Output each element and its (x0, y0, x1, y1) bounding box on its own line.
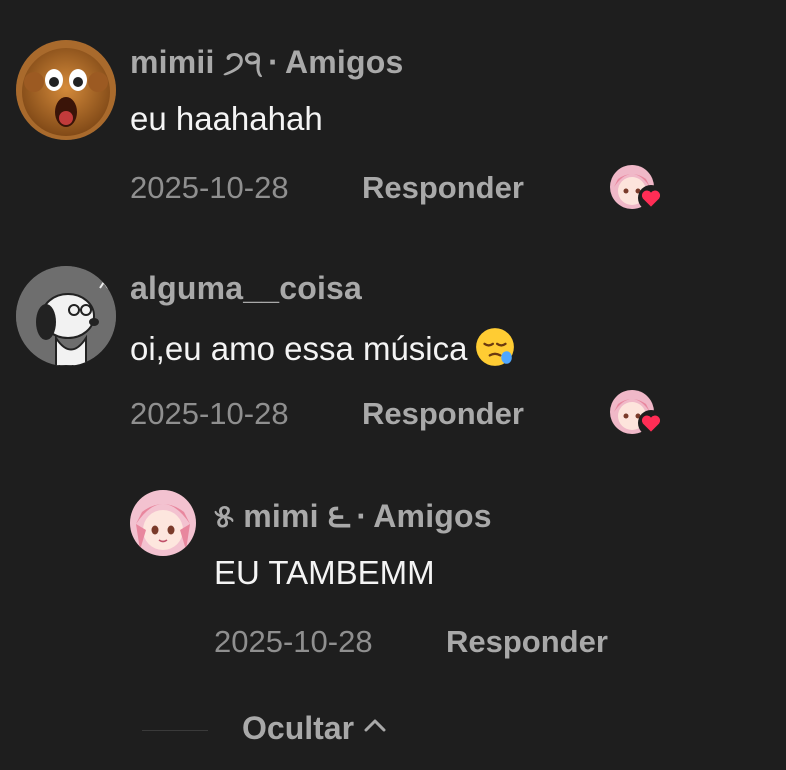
comment-header: alguma__coisa (130, 270, 362, 307)
chevron-up-icon (364, 719, 386, 732)
comment-header: ୫ mimi ౬ · Amigos (214, 498, 492, 543)
hide-replies-row: Ocultar (0, 700, 786, 760)
reply-button[interactable]: Responder (362, 396, 524, 432)
comment-date: 2025-10-28 (130, 396, 289, 431)
comment-text: oi,eu amo essa música (130, 326, 516, 368)
pink-anime-girl-icon (130, 490, 196, 556)
creator-liked-badge (610, 390, 664, 436)
username[interactable]: alguma__coisa (130, 270, 362, 306)
hide-replies-button[interactable]: Ocultar (242, 710, 388, 747)
separator-dot: · (268, 44, 279, 80)
comment-date: 2025-10-28 (214, 624, 373, 659)
avatar[interactable] (16, 266, 116, 366)
separator-dot: · (356, 498, 368, 534)
creator-liked-badge (610, 165, 664, 211)
sleepy-face-emoji-icon (475, 328, 514, 366)
friend-tag: Amigos (373, 498, 492, 534)
avatar[interactable] (16, 40, 116, 140)
username[interactable]: mimii ੭੧ (130, 44, 262, 80)
heart-icon (638, 410, 664, 436)
snoopy-icon (16, 266, 116, 366)
comment-header: mimii ੭੧ · Amigos (130, 44, 404, 82)
comment-date: 2025-10-28 (130, 170, 289, 205)
comment-text: eu haahahah (130, 100, 323, 137)
friend-tag: Amigos (284, 44, 404, 80)
heart-icon (638, 185, 664, 211)
comment-text-content: oi,eu amo essa música (130, 330, 468, 367)
comment-item: alguma__coisa oi,eu amo essa música 2025… (0, 240, 786, 480)
hide-replies-label: Ocultar (242, 710, 355, 746)
comment-item: mimii ੭੧ · Amigos eu haahahah 2025-10-28 R… (0, 0, 786, 240)
surprised-monkey-icon (16, 40, 116, 140)
divider (142, 730, 208, 731)
reply-button[interactable]: Responder (362, 170, 524, 206)
reply-button[interactable]: Responder (446, 624, 608, 660)
comment-text: EU TAMBEMM (214, 554, 435, 591)
reply-item: ୫ mimi ౬ · Amigos EU TAMBEMM 2025-10-28 Re… (0, 480, 786, 690)
avatar[interactable] (130, 490, 196, 556)
comments-panel: mimii ੭੧ · Amigos eu haahahah 2025-10-28 R… (0, 0, 786, 770)
username[interactable]: ୫ mimi ౬ (214, 498, 350, 534)
